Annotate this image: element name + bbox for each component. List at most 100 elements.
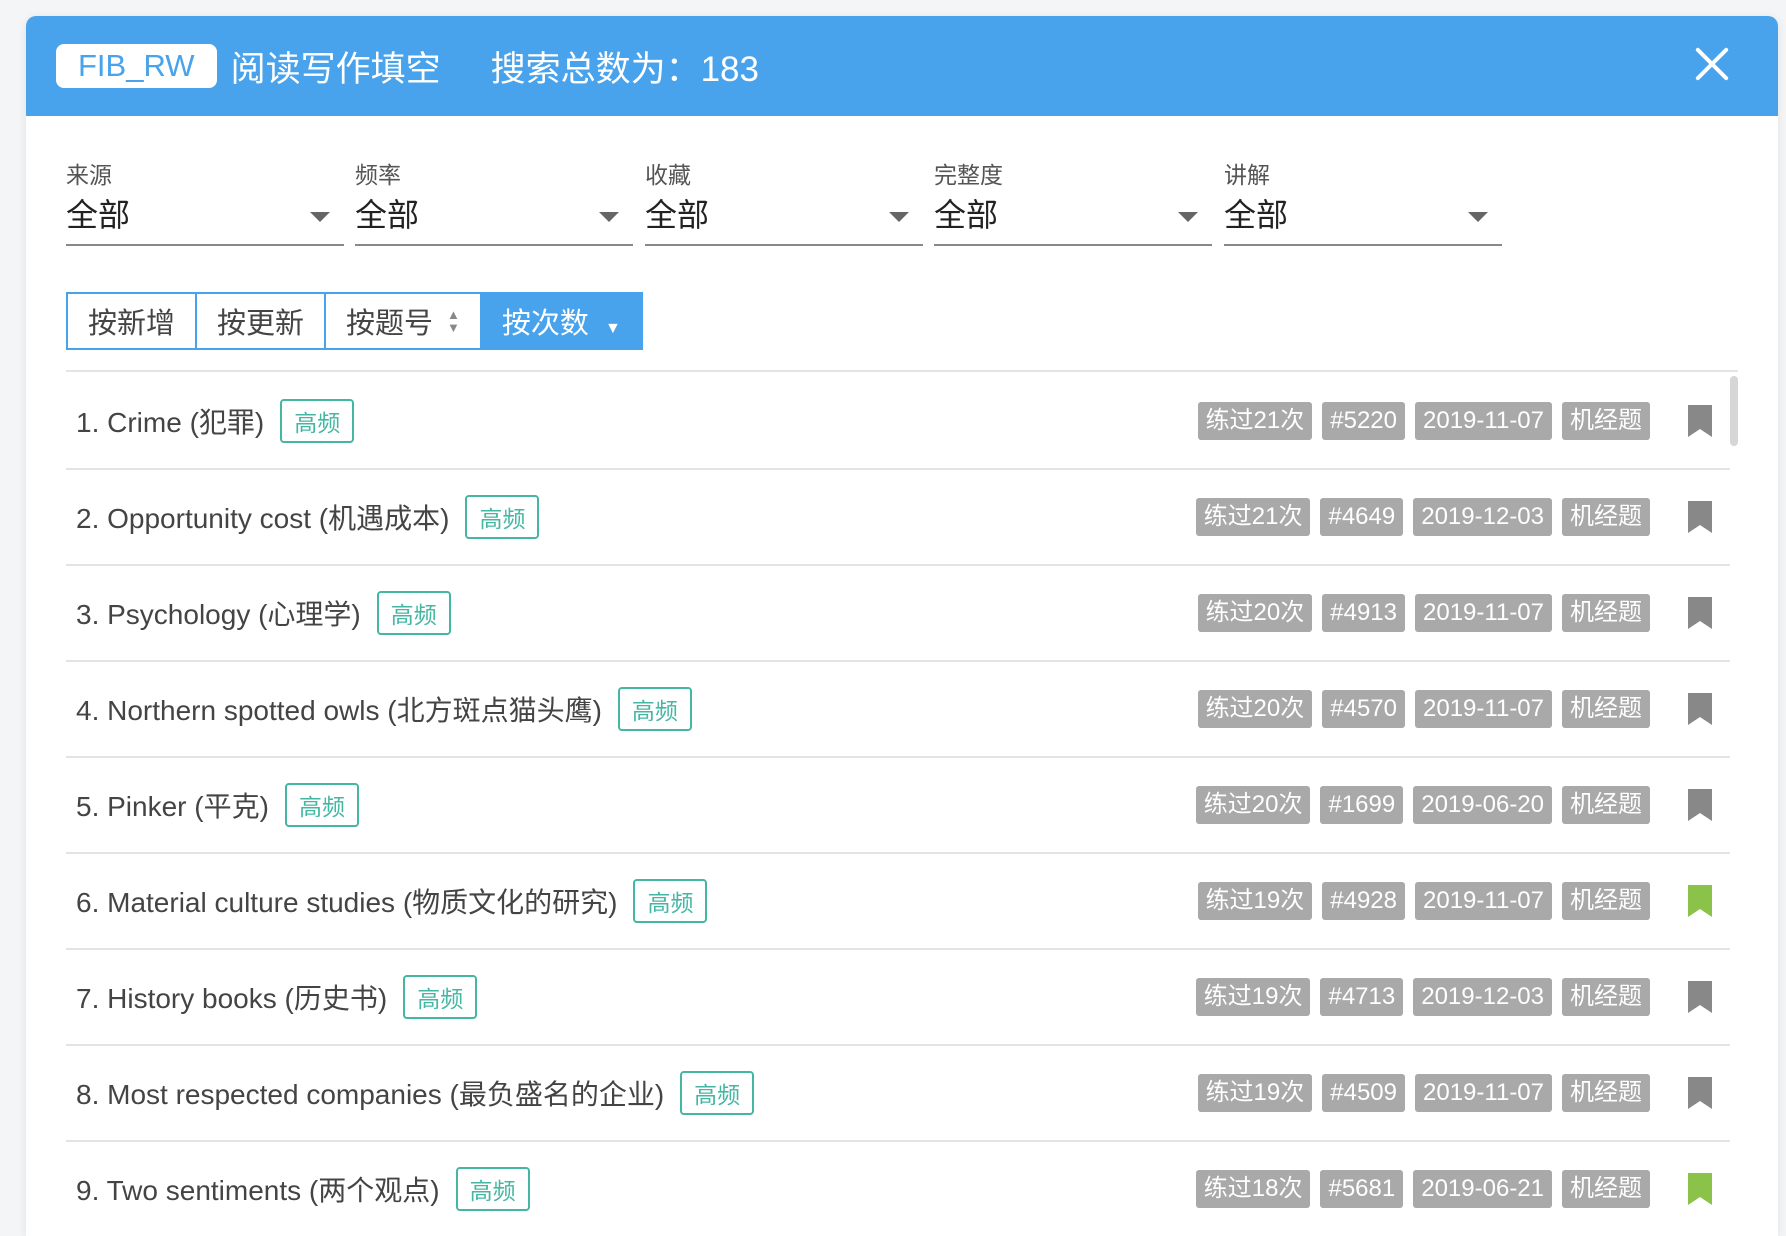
question-row[interactable]: 1. Crime (犯罪) 高频 练过21次 #5220 2019-11-07 … [66, 374, 1730, 470]
sort-bar: 按新增 按更新 按题号 ▲ ▼ 按次数 ▼ [66, 292, 1738, 372]
filter-favorite: 收藏 全部 [645, 156, 923, 246]
date-badge: 2019-06-21 [1413, 1170, 1552, 1208]
question-meta: 练过18次 #5681 2019-06-21 机经题 [1195, 1142, 1714, 1236]
filter-source: 来源 全部 [66, 156, 344, 246]
question-meta: 练过21次 #5220 2019-11-07 机经题 [1197, 374, 1714, 468]
filter-label: 频率 [355, 162, 401, 188]
category-code-badge: FIB_RW [56, 44, 217, 88]
bookmark-icon[interactable] [1686, 1171, 1714, 1207]
question-id-badge: #4913 [1322, 594, 1406, 632]
high-frequency-tag: 高频 [617, 687, 692, 731]
question-title[interactable]: 2. Opportunity cost (机遇成本) [76, 497, 449, 537]
question-id-badge: #4509 [1322, 1074, 1406, 1112]
chevron-down-icon [889, 212, 909, 222]
frequency-select[interactable]: 全部 [355, 192, 633, 246]
chevron-down-icon [1178, 212, 1198, 222]
completeness-select[interactable]: 全部 [934, 192, 1212, 246]
question-row[interactable]: 7. History books (历史书) 高频 练过19次 #4713 20… [66, 950, 1730, 1046]
filter-value: 全部 [645, 197, 710, 233]
question-title[interactable]: 7. History books (历史书) [76, 977, 387, 1017]
bookmark-icon[interactable] [1686, 595, 1714, 631]
question-meta: 练过19次 #4509 2019-11-07 机经题 [1197, 1046, 1714, 1140]
search-total-count: 搜索总数为：183 [490, 49, 759, 89]
close-icon[interactable] [1692, 44, 1732, 84]
question-title[interactable]: 5. Pinker (平克) [76, 785, 269, 825]
bookmark-icon[interactable] [1686, 499, 1714, 535]
question-title[interactable]: 6. Material culture studies (物质文化的研究) [76, 881, 617, 921]
sort-by-number-button[interactable]: 按题号 ▲ ▼ [326, 292, 482, 350]
high-frequency-tag: 高频 [465, 495, 540, 539]
sort-by-update-button[interactable]: 按更新 [197, 292, 327, 350]
question-id-badge: #5681 [1320, 1170, 1404, 1208]
high-frequency-tag: 高频 [455, 1167, 530, 1211]
question-type-badge: 机经题 [1562, 690, 1650, 728]
question-title[interactable]: 8. Most respected companies (最负盛名的企业) [76, 1073, 664, 1113]
question-title-group: 4. Northern spotted owls (北方斑点猫头鹰) 高频 [76, 662, 692, 756]
question-meta: 练过20次 #1699 2019-06-20 机经题 [1195, 758, 1714, 852]
practice-count-badge: 练过21次 [1197, 402, 1313, 440]
explanation-select[interactable]: 全部 [1224, 192, 1502, 246]
filter-completeness: 完整度 全部 [934, 156, 1212, 246]
date-badge: 2019-11-07 [1415, 690, 1552, 728]
sort-label: 按新增 [88, 308, 176, 340]
bookmark-icon[interactable] [1686, 403, 1714, 439]
question-list-dialog: FIB_RW 阅读写作填空 搜索总数为：183 来源 全部 频率 全部 收藏 全… [26, 16, 1778, 1236]
bookmark-icon[interactable] [1686, 691, 1714, 727]
practice-count-badge: 练过20次 [1197, 690, 1313, 728]
question-row[interactable]: 9. Two sentiments (两个观点) 高频 练过18次 #5681 … [66, 1142, 1730, 1236]
date-badge: 2019-11-07 [1415, 594, 1552, 632]
source-select[interactable]: 全部 [66, 192, 344, 246]
high-frequency-tag: 高频 [376, 591, 451, 635]
question-title[interactable]: 1. Crime (犯罪) [76, 401, 264, 441]
high-frequency-tag: 高频 [403, 975, 478, 1019]
question-row[interactable]: 3. Psychology (心理学) 高频 练过20次 #4913 2019-… [66, 566, 1730, 662]
date-badge: 2019-06-20 [1413, 786, 1552, 824]
question-type-badge: 机经题 [1562, 402, 1650, 440]
question-row[interactable]: 6. Material culture studies (物质文化的研究) 高频… [66, 854, 1730, 950]
question-title-group: 3. Psychology (心理学) 高频 [76, 566, 451, 660]
filter-value: 全部 [934, 197, 999, 233]
high-frequency-tag: 高频 [284, 783, 359, 827]
practice-count-badge: 练过19次 [1197, 882, 1313, 920]
question-row[interactable]: 2. Opportunity cost (机遇成本) 高频 练过21次 #464… [66, 470, 1730, 566]
bookmark-icon[interactable] [1686, 883, 1714, 919]
question-type-badge: 机经题 [1562, 882, 1650, 920]
question-id-badge: #4649 [1320, 498, 1404, 536]
bookmark-icon[interactable] [1686, 787, 1714, 823]
sort-updown-icon: ▲ ▼ [447, 307, 460, 335]
question-row[interactable]: 8. Most respected companies (最负盛名的企业) 高频… [66, 1046, 1730, 1142]
question-title-group: 9. Two sentiments (两个观点) 高频 [76, 1142, 530, 1236]
sort-by-new-button[interactable]: 按新增 [66, 292, 198, 350]
category-title: 阅读写作填空 [230, 49, 441, 89]
question-type-badge: 机经题 [1562, 1074, 1650, 1112]
scrollbar[interactable] [1730, 376, 1738, 446]
question-row[interactable]: 5. Pinker (平克) 高频 练过20次 #1699 2019-06-20… [66, 758, 1730, 854]
chevron-down-icon [1468, 212, 1488, 222]
favorite-select[interactable]: 全部 [645, 192, 923, 246]
filter-label: 完整度 [934, 162, 1003, 188]
bookmark-icon[interactable] [1686, 1075, 1714, 1111]
question-title[interactable]: 9. Two sentiments (两个观点) [76, 1169, 440, 1209]
filter-label: 收藏 [645, 162, 691, 188]
sort-descending-icon: ▼ [604, 320, 621, 337]
high-frequency-tag: 高频 [680, 1071, 755, 1115]
sort-by-count-button[interactable]: 按次数 ▼ [481, 292, 643, 350]
date-badge: 2019-12-03 [1413, 498, 1552, 536]
question-title-group: 8. Most respected companies (最负盛名的企业) 高频 [76, 1046, 755, 1140]
filter-label: 讲解 [1224, 162, 1270, 188]
dialog-header: FIB_RW 阅读写作填空 搜索总数为：183 [26, 16, 1778, 116]
question-title[interactable]: 4. Northern spotted owls (北方斑点猫头鹰) [76, 689, 602, 729]
practice-count-badge: 练过20次 [1195, 786, 1311, 824]
chevron-down-icon [310, 212, 330, 222]
filter-value: 全部 [355, 197, 420, 233]
date-badge: 2019-12-03 [1413, 978, 1552, 1016]
high-frequency-tag: 高频 [280, 399, 355, 443]
question-title[interactable]: 3. Psychology (心理学) [76, 593, 361, 633]
question-type-badge: 机经题 [1562, 594, 1650, 632]
question-row[interactable]: 4. Northern spotted owls (北方斑点猫头鹰) 高频 练过… [66, 662, 1730, 758]
question-title-group: 2. Opportunity cost (机遇成本) 高频 [76, 470, 540, 564]
chevron-down-icon [599, 212, 619, 222]
practice-count-badge: 练过18次 [1195, 1170, 1311, 1208]
practice-count-badge: 练过20次 [1197, 594, 1313, 632]
bookmark-icon[interactable] [1686, 979, 1714, 1015]
